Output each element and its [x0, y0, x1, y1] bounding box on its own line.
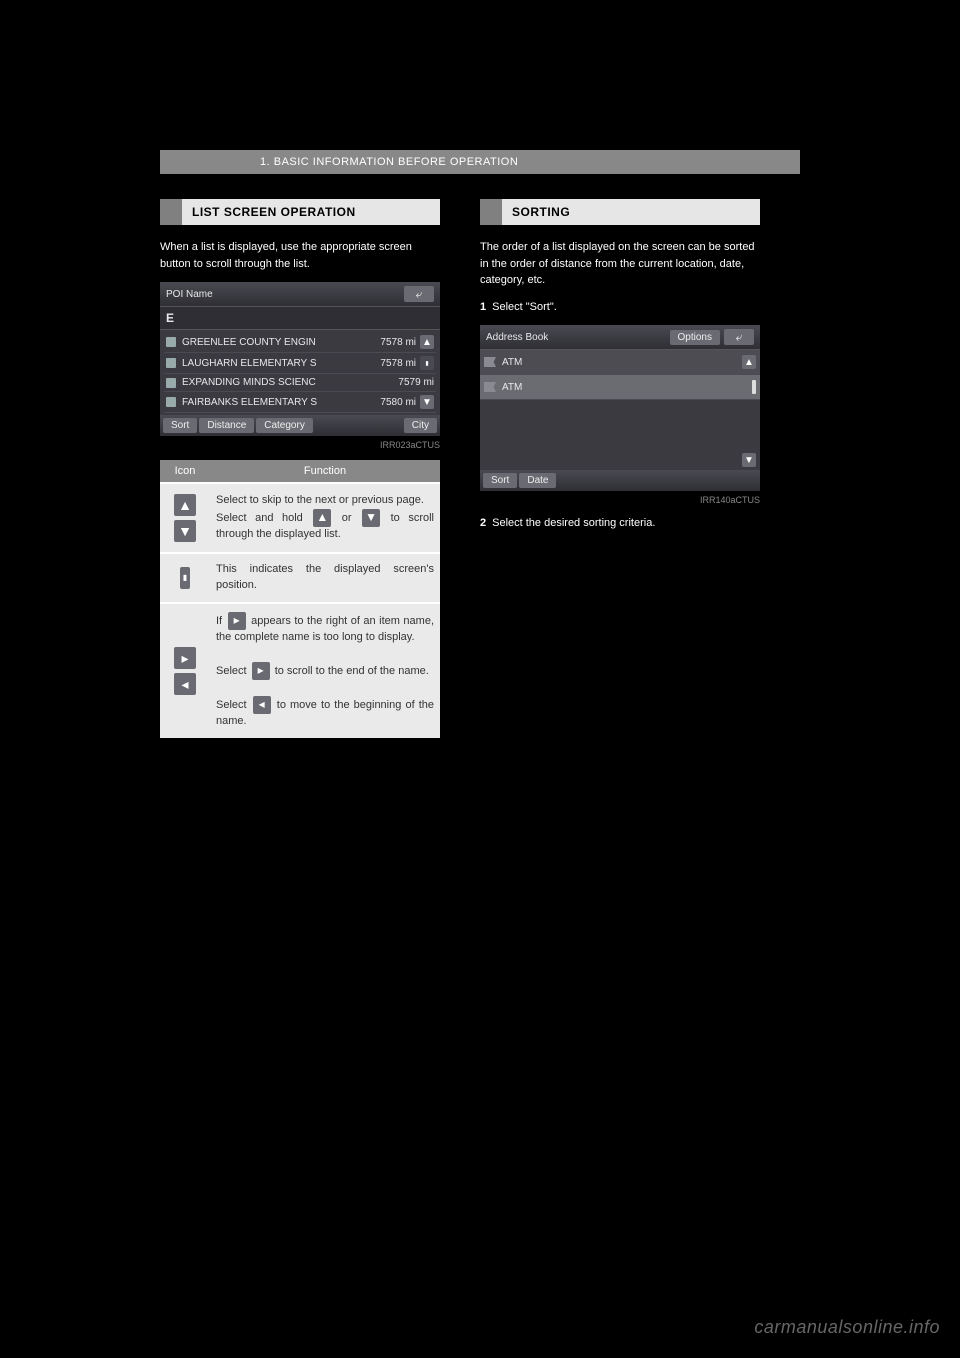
page-down-icon: ▼ [362, 509, 380, 527]
left-column: LIST SCREEN OPERATION When a list is dis… [160, 199, 440, 738]
scroll-left-icon: ◂ [253, 696, 271, 714]
scroll-position-icon [752, 380, 756, 394]
flag-icon [484, 357, 496, 367]
list-item[interactable]: FAIRBANKS ELEMENTARY S 7580 mi▼ [164, 392, 436, 413]
poi-list-screenshot: POI Name ⤶ E GREENLEE COUNTY ENGIN 7578 … [160, 282, 440, 436]
icon-function-table: Icon Function ▲ ▼ Select to skip to the … [160, 460, 440, 738]
page-up-icon: ▲ [174, 494, 196, 516]
table-row: If ▸ appears to the right of an item nam… [210, 603, 440, 738]
table-row: Select to skip to the next or previous p… [210, 483, 440, 553]
sorting-heading: SORTING [480, 199, 760, 225]
list-item[interactable]: ATM [480, 375, 760, 400]
watermark: carmanualsonline.info [754, 1317, 940, 1338]
scroll-left-icon: ◂ [174, 673, 196, 695]
list-intro-paragraph: When a list is displayed, use the approp… [160, 239, 440, 272]
image-caption: IRR023aCTUS [160, 440, 440, 450]
page-up-icon: ▲ [313, 509, 331, 527]
list-screen-operation-heading: LIST SCREEN OPERATION [160, 199, 440, 225]
poi-icon [166, 337, 176, 347]
list-item[interactable]: GREENLEE COUNTY ENGIN 7578 mi▲ [164, 332, 436, 353]
right-column: SORTING The order of a list displayed on… [480, 199, 760, 738]
sort-button[interactable]: Sort [483, 473, 517, 488]
sorting-intro-paragraph: The order of a list displayed on the scr… [480, 239, 760, 289]
scroll-position-icon: ▮ [420, 356, 434, 370]
distance-button[interactable]: Distance [199, 418, 254, 433]
city-button[interactable]: City [404, 418, 437, 433]
section-header: 1. BASIC INFORMATION BEFORE OPERATION [160, 150, 800, 174]
back-icon[interactable]: ⤶ [724, 329, 754, 345]
scroll-right-icon: ▸ [252, 662, 270, 680]
table-head-icon: Icon [160, 460, 210, 483]
step-2: 2Select the desired sorting criteria. [480, 515, 760, 532]
poi-title: POI Name [166, 289, 213, 300]
scroll-position-icon: ▮ [180, 567, 190, 589]
poi-icon [166, 397, 176, 407]
table-row: This indicates the displayed screen's po… [210, 553, 440, 603]
page-down-icon[interactable]: ▼ [420, 395, 434, 409]
page-down-icon: ▼ [174, 520, 196, 542]
category-button[interactable]: Category [256, 418, 313, 433]
list-item[interactable]: LAUGHARN ELEMENTARY S 7578 mi▮ [164, 353, 436, 374]
page-down-icon[interactable]: ▼ [742, 453, 756, 467]
back-icon[interactable]: ⤶ [404, 286, 434, 302]
sort-button[interactable]: Sort [163, 418, 197, 433]
address-book-title: Address Book [486, 332, 548, 343]
image-caption: IRR140aCTUS [480, 495, 760, 505]
scroll-right-icon: ▸ [228, 612, 246, 630]
poi-search-input[interactable]: E [160, 307, 440, 330]
list-item[interactable]: ATM ▲ [480, 350, 760, 375]
poi-icon [166, 358, 176, 368]
poi-icon [166, 378, 176, 388]
step-1: 1Select "Sort". [480, 299, 760, 316]
scroll-right-icon: ▸ [174, 647, 196, 669]
page-up-icon[interactable]: ▲ [420, 335, 434, 349]
flag-icon [484, 382, 496, 392]
list-item[interactable]: EXPANDING MINDS SCIENC 7579 mi [164, 374, 436, 392]
address-book-screenshot: Address Book Options ⤶ ATM ▲ ATM [480, 325, 760, 491]
page-up-icon[interactable]: ▲ [742, 355, 756, 369]
date-button[interactable]: Date [519, 473, 556, 488]
table-head-function: Function [210, 460, 440, 483]
options-button[interactable]: Options [670, 330, 720, 345]
